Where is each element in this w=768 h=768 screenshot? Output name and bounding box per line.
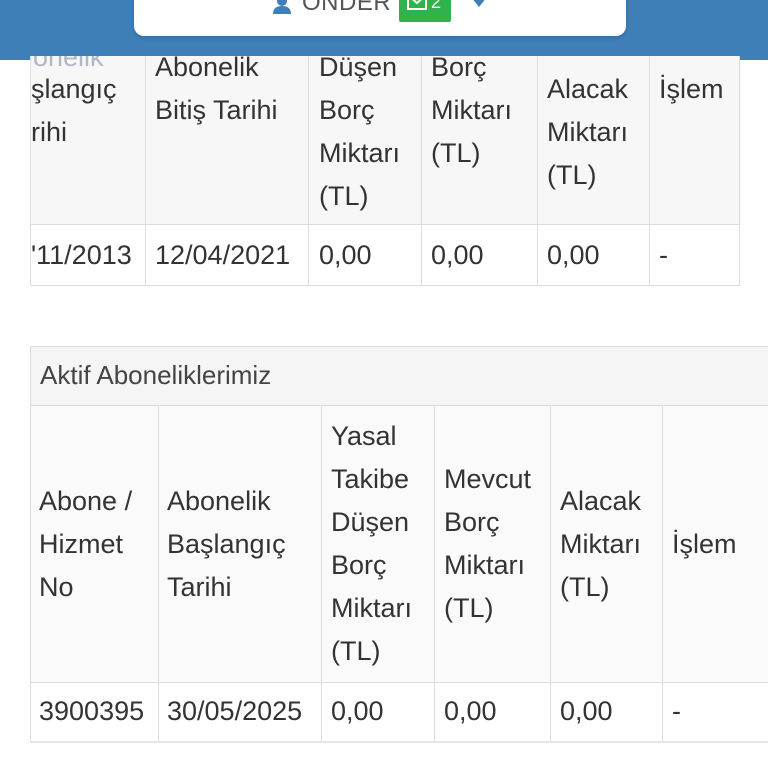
column-header-service-no: Abone / Hizmet No [39,486,133,602]
table-cell-service-no: 3900395 [39,696,145,726]
table-cell-action[interactable]: - [664,690,689,733]
table-cell-credit: 0,00 [547,240,600,270]
column-header-action: İşlem [659,74,724,104]
column-header-credit: Alacak Miktarı (TL) [547,74,629,190]
table-cell-current-debt: 0,00 [431,240,484,270]
column-header-current-debt: Borç Miktarı (TL) [431,56,512,168]
panel-bottom-shadow [30,741,768,743]
active-subscriptions-panel: Aktif Aboneliklerimiz Abone / Hizmet No … [30,346,768,743]
column-header-current-debt: Mevcut Borç Miktarı (TL) [444,464,532,623]
table-cell-legal-debt: 0,00 [319,240,372,270]
table-cell-current-debt: 0,00 [444,696,497,726]
table-cell-credit: 0,00 [560,696,613,726]
table-cell-start-date: 30/05/2025 [167,696,303,726]
table-cell-action[interactable]: - [651,234,676,277]
table-cell-legal-debt: 0,00 [331,696,384,726]
column-header-end-date: Abonelik Bitiş Tarihi [155,56,278,125]
subscriptions-table-previous: onelik şlangıç rihi Abonelik Bitiş Tarih… [30,56,740,286]
column-header-legal-debt: Yasal Takibe Düşen Borç Miktarı (TL) [331,421,412,666]
column-header-start-date: şlangıç rihi [31,74,117,147]
column-header-legal-debt: Düşen Borç Miktarı (TL) [319,56,400,211]
panel-header: Aktif Aboneliklerimiz [31,347,768,406]
message-count: 2 [431,0,442,12]
table-cell-end-date: 12/04/2021 [155,240,291,270]
column-header-credit: Alacak Miktarı (TL) [560,486,642,602]
caret-down-icon[interactable] [470,0,488,8]
messages-badge[interactable]: 2 [399,0,451,22]
table-cell-start-date: '11/2013 [31,240,132,270]
panel-title: Aktif Aboneliklerimiz [40,360,272,390]
user-name[interactable]: ÖNDER [302,0,391,18]
column-header-action: İşlem [672,529,737,559]
column-header-start-date: Abonelik Başlangıç Tarihi [167,486,286,602]
mail-icon [407,0,427,10]
user-icon [272,0,292,14]
